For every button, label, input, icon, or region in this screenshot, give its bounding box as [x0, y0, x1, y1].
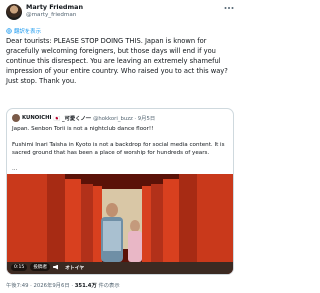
tweet-footer: 午後7:49 · 2026年9月6日 · 351.4万 件の表示 — [6, 281, 120, 289]
quoted-text-line1: Japan. Senbon Torii is not a nightclub d… — [12, 126, 154, 132]
author-avatar[interactable] — [6, 4, 22, 20]
torii-gates-scene — [7, 174, 233, 274]
globe-icon — [6, 28, 12, 34]
quoted-author-name[interactable]: KUNOICHI — [22, 115, 52, 121]
video-controls: 0:15 投稿者 オトイヤ — [7, 260, 233, 274]
view-count: 351.4万 — [74, 283, 97, 289]
quoted-author-avatar[interactable] — [12, 114, 20, 122]
quoted-text-body: Fushimi Inari Taisha in Kyoto is not a b… — [12, 142, 225, 157]
quoted-author-name-suffix: 🇯🇵 _可愛くノ一 — [53, 116, 92, 122]
quoted-text-more: ... — [12, 166, 18, 172]
translate-label: 翻訳を表示 — [14, 29, 41, 35]
video-duration: 0:15 — [11, 263, 28, 271]
quoted-tweet[interactable]: KUNOICHI 🇯🇵 _可愛くノ一 @hokkori_buzz · 9月5日 … — [6, 108, 234, 275]
quoted-tweet-header: KUNOICHI 🇯🇵 _可愛くノ一 @hokkori_buzz · 9月5日 — [12, 114, 155, 122]
video-caption: オトイヤ — [65, 265, 85, 271]
view-label: 件の表示 — [96, 283, 120, 289]
tweet-timestamp[interactable]: 午後7:49 · 2026年9月6日 · — [6, 283, 75, 289]
tweet-text: Dear tourists: PLEASE STOP DOING THIS. J… — [6, 37, 228, 85]
translate-link[interactable]: 翻訳を表示 — [6, 27, 41, 35]
quoted-author-handle: @hokkori_buzz · 9月5日 — [93, 116, 156, 122]
person-girl — [128, 220, 142, 262]
speaker-icon[interactable] — [53, 264, 59, 270]
quoted-video[interactable]: 0:15 投稿者 オトイヤ — [7, 174, 233, 274]
author-handle[interactable]: @marty_friedman — [26, 12, 76, 18]
video-source-badge: 投稿者 — [30, 263, 51, 271]
more-options-icon[interactable] — [224, 6, 234, 10]
author-name[interactable]: Marty Friedman — [26, 3, 83, 11]
